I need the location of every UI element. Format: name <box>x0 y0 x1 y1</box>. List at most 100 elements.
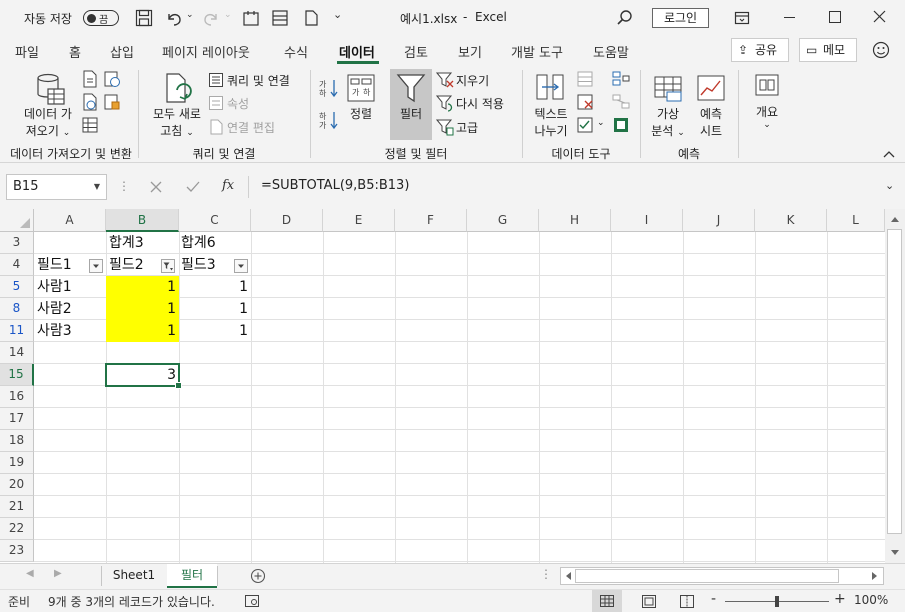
outline-button[interactable]: 개요 ⌄ <box>746 103 788 130</box>
enter-icon[interactable] <box>186 181 200 193</box>
filter-dropdown-c4[interactable] <box>234 259 248 273</box>
prev-sheet-icon[interactable]: ◀ <box>26 568 34 579</box>
sheet-tab-sheet1[interactable]: Sheet1 <box>102 564 166 588</box>
collapse-ribbon-icon[interactable] <box>883 149 895 159</box>
horizontal-scroll-thumb[interactable] <box>575 569 839 583</box>
cell-b3[interactable]: 합계3 <box>109 232 144 254</box>
existing-connections-icon[interactable] <box>103 93 121 111</box>
row-header-22[interactable]: 22 <box>0 518 34 540</box>
login-button[interactable]: 로그인 <box>652 8 709 28</box>
page-layout-view-icon[interactable] <box>642 595 656 608</box>
advanced-filter-button[interactable]: 고급 <box>456 119 478 136</box>
scroll-up-icon[interactable] <box>890 215 900 223</box>
refresh-all-button[interactable]: 모두 새로 고침 ⌄ <box>146 105 208 139</box>
column-header-b[interactable]: B <box>106 209 179 232</box>
add-sheet-icon[interactable] <box>250 568 266 584</box>
from-text-icon[interactable] <box>81 70 99 88</box>
cell-c11[interactable]: 1 <box>179 320 248 342</box>
feedback-smiley-icon[interactable] <box>872 41 890 59</box>
row-header-11[interactable]: 11 <box>0 320 34 342</box>
column-header-l[interactable]: L <box>827 209 885 232</box>
row-header-5[interactable]: 5 <box>0 276 34 298</box>
form-icon[interactable] <box>271 9 289 27</box>
tab-insert[interactable]: 삽입 <box>110 42 134 61</box>
cell-b5[interactable]: 1 <box>106 276 176 298</box>
row-header-21[interactable]: 21 <box>0 496 34 518</box>
data-validation-icon[interactable] <box>576 116 594 134</box>
vertical-scrollbar[interactable] <box>885 209 905 563</box>
document-icon[interactable] <box>302 9 320 27</box>
column-header-i[interactable]: I <box>611 209 683 232</box>
new-file-icon[interactable] <box>242 9 260 27</box>
row-header-20[interactable]: 20 <box>0 474 34 496</box>
tab-file[interactable]: 파일 <box>15 42 39 61</box>
select-all-corner[interactable] <box>0 209 34 232</box>
cell-a11[interactable]: 사람3 <box>37 320 72 342</box>
cell-b8[interactable]: 1 <box>106 298 176 320</box>
zoom-level[interactable]: 100% <box>854 593 888 607</box>
cell-b4[interactable]: 필드2 <box>109 254 144 276</box>
autosave-toggle[interactable]: 끔 <box>83 10 119 26</box>
text-to-columns-button[interactable]: 텍스트 나누기 <box>527 105 575 139</box>
ribbon-display-icon[interactable] <box>734 10 750 26</box>
search-icon[interactable] <box>616 9 634 27</box>
cell-c4[interactable]: 필드3 <box>181 254 216 276</box>
sort-button[interactable]: 정렬 <box>341 105 381 122</box>
what-if-analysis-button[interactable]: 가상 분석 ⌄ <box>645 105 691 139</box>
scroll-down-icon[interactable] <box>890 549 900 557</box>
spreadsheet-grid[interactable]: A B C D E F G H I J K L 3 4 5 8 11 14 15 <box>0 209 905 563</box>
consolidate-icon[interactable] <box>612 70 630 88</box>
tab-help[interactable]: 도움말 <box>593 42 629 61</box>
recent-sources-icon[interactable] <box>103 70 121 88</box>
row-header-15[interactable]: 15 <box>0 364 34 386</box>
sheet-tab-filter[interactable]: 필터 <box>167 564 217 588</box>
tab-formulas[interactable]: 수식 <box>284 42 308 61</box>
fill-handle[interactable] <box>175 382 182 389</box>
queries-connections-button[interactable]: 쿼리 및 연결 <box>227 72 290 89</box>
cell-c3[interactable]: 합계6 <box>181 232 216 254</box>
horizontal-scrollbar[interactable] <box>560 567 884 585</box>
cell-a4[interactable]: 필드1 <box>37 254 72 276</box>
row-header-14[interactable]: 14 <box>0 342 34 364</box>
relationships-icon[interactable] <box>612 93 630 111</box>
column-header-k[interactable]: K <box>755 209 827 232</box>
row-header-17[interactable]: 17 <box>0 408 34 430</box>
forecast-sheet-button[interactable]: 예측 시트 <box>690 105 732 139</box>
row-header-4[interactable]: 4 <box>0 254 34 276</box>
column-header-f[interactable]: F <box>395 209 467 232</box>
tab-data[interactable]: 데이터 <box>339 42 375 61</box>
row-header-18[interactable]: 18 <box>0 430 34 452</box>
filter-button[interactable]: 필터 <box>390 69 432 140</box>
comments-button[interactable]: ▭ 메모 <box>799 38 857 62</box>
row-header-23[interactable]: 23 <box>0 540 34 562</box>
tab-page-layout[interactable]: 페이지 레이아웃 <box>162 42 250 61</box>
row-header-3[interactable]: 3 <box>0 232 34 254</box>
page-break-view-icon[interactable] <box>680 595 694 608</box>
tab-review[interactable]: 검토 <box>404 42 428 61</box>
scroll-left-icon[interactable] <box>564 571 572 581</box>
column-header-d[interactable]: D <box>251 209 323 232</box>
column-header-c[interactable]: C <box>179 209 251 232</box>
column-header-a[interactable]: A <box>34 209 106 232</box>
row-header-8[interactable]: 8 <box>0 298 34 320</box>
undo-icon[interactable] <box>165 9 183 27</box>
tab-view[interactable]: 보기 <box>458 42 482 61</box>
share-button[interactable]: ⇪ 공유 <box>731 38 789 62</box>
remove-duplicates-icon[interactable] <box>576 93 594 111</box>
data-model-icon[interactable] <box>612 116 630 134</box>
filter-dropdown-a4[interactable] <box>89 259 103 273</box>
reapply-button[interactable]: 다시 적용 <box>456 95 504 112</box>
zoom-slider-thumb[interactable] <box>775 596 779 607</box>
cancel-icon[interactable] <box>150 181 162 193</box>
zoom-out-button[interactable]: - <box>711 591 716 607</box>
vertical-scroll-thumb[interactable] <box>887 229 902 534</box>
normal-view-button[interactable] <box>592 590 622 612</box>
next-sheet-icon[interactable]: ▶ <box>54 568 62 579</box>
active-cell-b15[interactable]: 3 <box>105 363 182 389</box>
row-header-16[interactable]: 16 <box>0 386 34 408</box>
filter-dropdown-b4[interactable] <box>161 259 175 273</box>
customize-qat-icon[interactable]: ⌄ <box>333 8 342 21</box>
cell-a5[interactable]: 사람1 <box>37 276 72 298</box>
column-header-h[interactable]: H <box>539 209 611 232</box>
column-header-g[interactable]: G <box>467 209 539 232</box>
